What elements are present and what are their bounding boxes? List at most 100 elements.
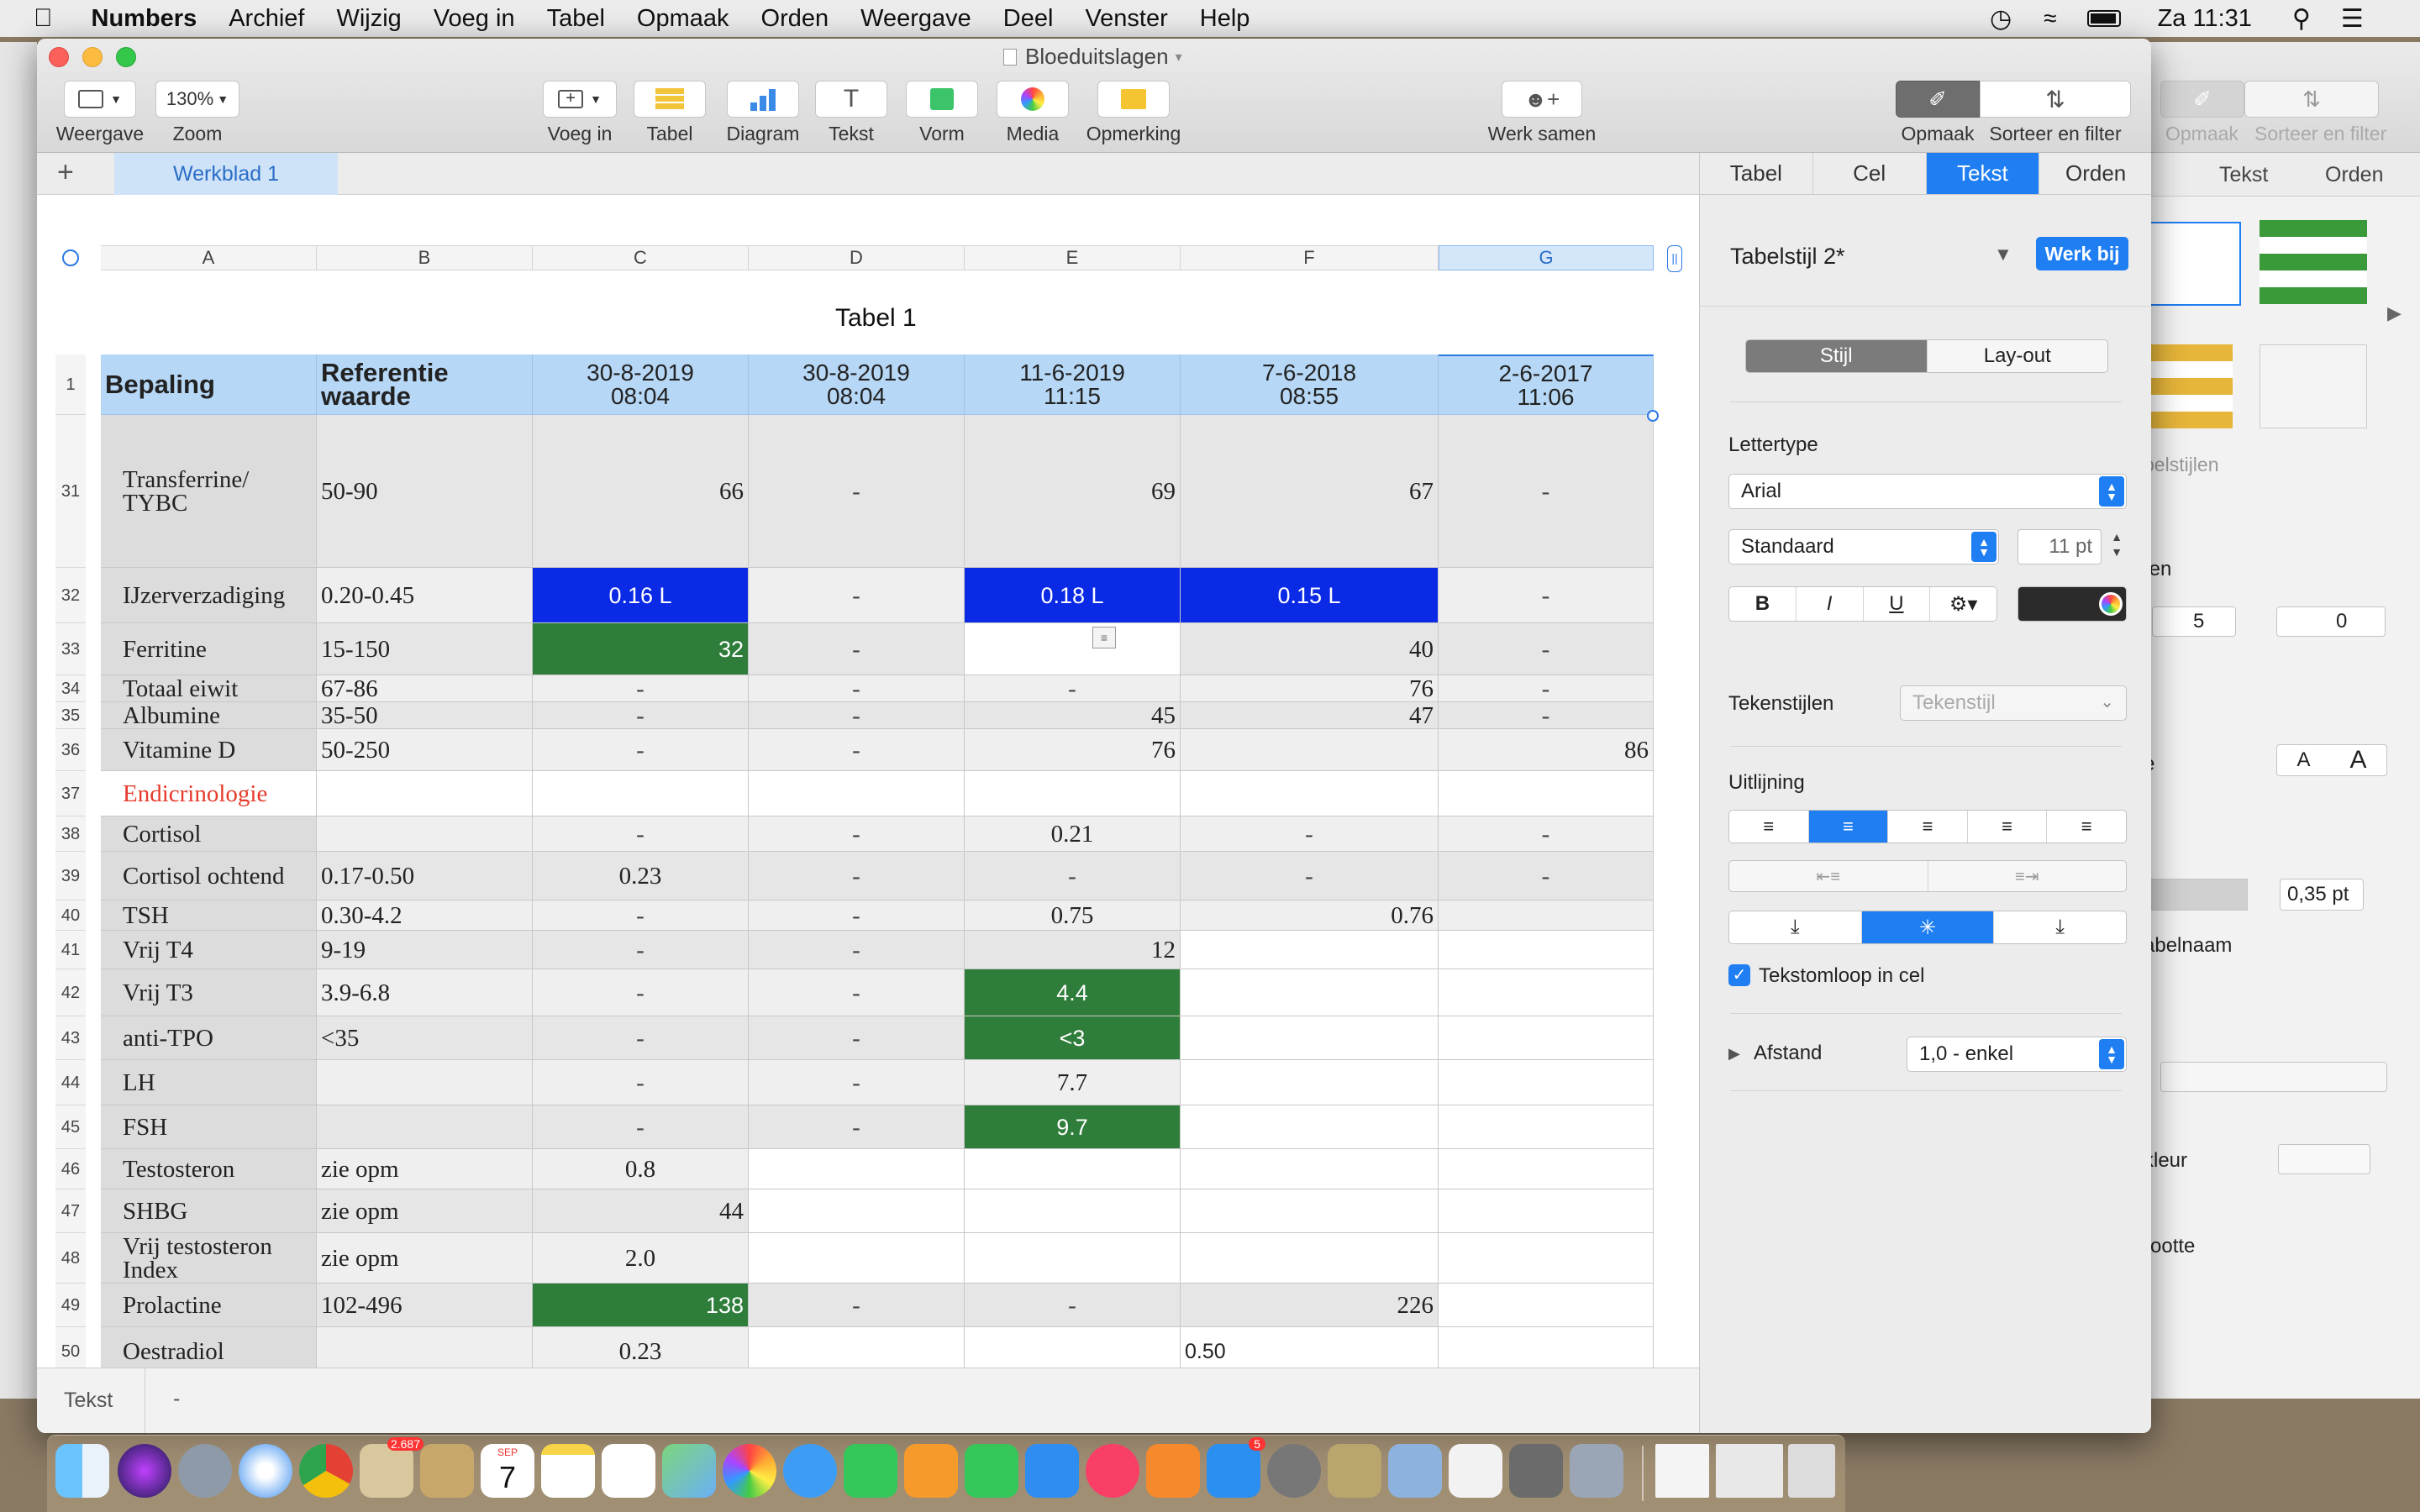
diagram-button[interactable] xyxy=(727,81,799,118)
table-cell[interactable] xyxy=(965,1233,1181,1284)
table-cell[interactable]: 7.7 xyxy=(965,1060,1181,1105)
utility-icon[interactable] xyxy=(1509,1444,1563,1498)
table-cell[interactable]: Totaal eiwit xyxy=(101,675,317,702)
column-header-b[interactable]: B xyxy=(317,245,533,270)
increase-indent-button[interactable]: ≡⇥ xyxy=(1928,861,2127,891)
table-cell[interactable]: SHBG xyxy=(101,1189,317,1233)
toolbar-voeg-in[interactable]: + ▼ Voeg in xyxy=(539,81,620,145)
table-cell[interactable] xyxy=(1439,1149,1654,1189)
table-cell[interactable]: - xyxy=(749,702,965,729)
table-cell[interactable]: 50-250 xyxy=(317,729,533,771)
table-cell[interactable] xyxy=(1439,1327,1654,1368)
font-family-popup[interactable]: Arial ▲ ▼ xyxy=(1728,474,2127,509)
seg-stijl[interactable]: Stijl xyxy=(1746,340,1928,372)
table-cell[interactable] xyxy=(1439,900,1654,931)
system-preferences-icon[interactable] xyxy=(1267,1444,1321,1498)
spotlight-icon[interactable]: ⚲ xyxy=(2292,4,2311,34)
toolbar-tabel[interactable]: Tabel xyxy=(632,81,708,145)
tab-tabel[interactable]: Tabel xyxy=(1700,153,1813,194)
toolbar-vorm[interactable]: Vorm xyxy=(904,81,980,145)
header-cell[interactable]: Referentie waarde xyxy=(317,354,533,415)
align-center-button[interactable]: ≡ xyxy=(1808,811,1889,843)
table-cell[interactable]: 0.20-0.45 xyxy=(317,568,533,623)
table-cell[interactable]: 102-496 xyxy=(317,1284,533,1327)
menu-orden[interactable]: Orden xyxy=(761,5,829,33)
column-resize-handle[interactable]: || xyxy=(1667,245,1682,272)
table-cell[interactable]: FSH xyxy=(101,1105,317,1149)
table-cell[interactable]: Albumine xyxy=(101,702,317,729)
table-cell[interactable]: TSH xyxy=(101,900,317,931)
table-cell[interactable] xyxy=(1181,1060,1439,1105)
fullscreen-button[interactable] xyxy=(116,47,136,67)
table-cell[interactable] xyxy=(1439,1284,1654,1327)
char-style-popup[interactable]: Tekenstijl ⌄ xyxy=(1900,685,2127,721)
column-header-d[interactable]: D xyxy=(749,245,965,270)
italic-button[interactable]: I xyxy=(1797,587,1864,621)
table-cell[interactable]: - xyxy=(1439,816,1654,852)
decrease-indent-button[interactable]: ⇤≡ xyxy=(1729,861,1928,891)
table-cell[interactable]: - xyxy=(533,816,749,852)
table-cell[interactable]: IJzerverzadiging xyxy=(101,568,317,623)
row-header[interactable]: 49 xyxy=(55,1284,86,1327)
typeface-popup[interactable]: Standaard ▲ ▼ xyxy=(1728,529,1999,564)
table-cell[interactable] xyxy=(1439,969,1654,1016)
row-header[interactable]: 31 xyxy=(55,415,86,568)
table-cell[interactable]: - xyxy=(749,1060,965,1105)
table-cell[interactable]: - xyxy=(1439,623,1654,675)
zoom-popup[interactable]: 130% ▼ xyxy=(155,81,239,118)
safari-icon[interactable] xyxy=(239,1444,292,1498)
voeg-in-button[interactable]: + ▼ xyxy=(543,81,617,118)
table-cell[interactable] xyxy=(317,1327,533,1368)
keychain-icon[interactable] xyxy=(1328,1444,1381,1498)
table-cell[interactable]: 0.23 xyxy=(533,852,749,900)
table-cell[interactable] xyxy=(1439,771,1654,816)
advanced-options-button[interactable]: ⚙▾ xyxy=(1930,587,1996,621)
text-color-well[interactable] xyxy=(2018,586,2127,622)
table-cell[interactable] xyxy=(965,1149,1181,1189)
table-cell[interactable]: 40 xyxy=(1181,623,1439,675)
row-header[interactable]: 43 xyxy=(55,1016,86,1060)
table-cell[interactable]: - xyxy=(749,900,965,931)
column-header-e[interactable]: E xyxy=(965,245,1181,270)
row-header[interactable]: 39 xyxy=(55,852,86,900)
trash-icon[interactable] xyxy=(1788,1444,1835,1498)
table-cell[interactable]: LH xyxy=(101,1060,317,1105)
table-cell[interactable]: 67-86 xyxy=(317,675,533,702)
select-all-button[interactable] xyxy=(55,245,86,270)
header-cell[interactable]: 11-6-2019 11:15 xyxy=(965,354,1181,415)
row-header[interactable]: 44 xyxy=(55,1060,86,1105)
table-cell[interactable]: - xyxy=(533,1105,749,1149)
toolbar-diagram[interactable]: Diagram xyxy=(723,81,803,145)
table-cell[interactable]: 69 xyxy=(965,415,1181,568)
finder-icon[interactable] xyxy=(55,1444,109,1498)
table-cell[interactable]: - xyxy=(533,969,749,1016)
textedit-icon[interactable] xyxy=(1449,1444,1502,1498)
header-cell[interactable]: 7-6-2018 08:55 xyxy=(1181,354,1439,415)
minimize-button[interactable] xyxy=(82,47,103,67)
siri-icon[interactable] xyxy=(118,1444,171,1498)
update-style-button[interactable]: Werk bij xyxy=(2036,237,2128,270)
toolbar-weergave[interactable]: ▼ Weergave xyxy=(54,81,146,145)
werk-samen-button[interactable]: ☻+ xyxy=(1502,81,1582,118)
wifi-icon[interactable]: ≈ xyxy=(2044,5,2056,32)
table-cell[interactable]: - xyxy=(749,1016,965,1060)
table-cell[interactable]: - xyxy=(533,729,749,771)
notification-center-icon[interactable]: ☰ xyxy=(2341,4,2364,34)
sorteer-button[interactable]: ⇅ xyxy=(1980,81,2131,118)
table-cell[interactable]: Transferrine/ TYBC xyxy=(101,415,317,568)
font-size-field[interactable]: 11 pt xyxy=(2018,529,2102,564)
table-cell[interactable]: 2.0 xyxy=(533,1233,749,1284)
table-cell[interactable] xyxy=(317,771,533,816)
table-cell[interactable]: - xyxy=(749,1105,965,1149)
seg-lay-out[interactable]: Lay-out xyxy=(1928,340,2108,372)
table-cell[interactable]: Cortisol ochtend xyxy=(101,852,317,900)
row-header[interactable]: 47 xyxy=(55,1189,86,1233)
window-title[interactable]: Bloeduitslagen ▾ xyxy=(1003,44,1182,70)
menu-wijzig[interactable]: Wijzig xyxy=(336,5,401,33)
tab-tekst[interactable]: Tekst xyxy=(1926,153,2039,194)
row-header[interactable]: 36 xyxy=(55,729,86,771)
table-cell[interactable]: 50-90 xyxy=(317,415,533,568)
header-cell[interactable]: 30-8-2019 08:04 xyxy=(533,354,749,415)
selection-handle[interactable] xyxy=(1647,410,1659,422)
menu-opmaak[interactable]: Opmaak xyxy=(637,5,729,33)
